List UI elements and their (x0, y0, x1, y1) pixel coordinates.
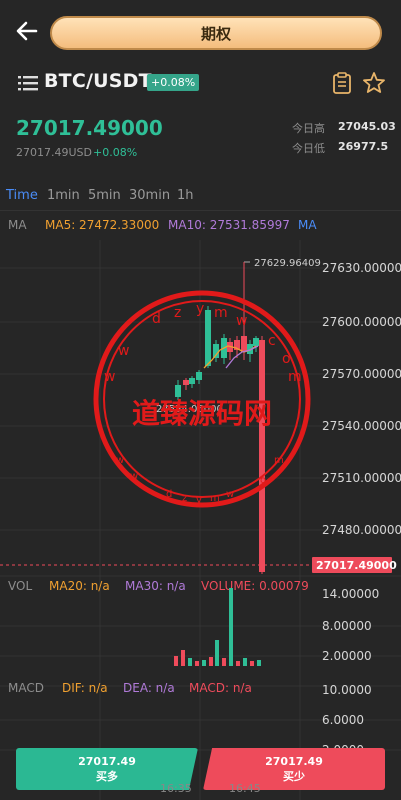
price-axis-label: 27480.00000 (322, 523, 401, 537)
usd-price: 27017.49USD (16, 146, 92, 159)
sell-price: 27017.49 (265, 755, 323, 768)
ma5-value: MA5: 27472.33000 (45, 218, 160, 232)
low-value: 26977.5 (338, 140, 389, 153)
svg-text:d: d (166, 489, 172, 500)
price-axis-label: 27630.00000 (322, 261, 401, 275)
vol-axis-label: 2.00000 (322, 649, 372, 663)
ma-label: MA (8, 218, 27, 232)
svg-text:m: m (210, 493, 220, 504)
tab-time[interactable]: Time (6, 188, 38, 203)
price-axis-label: 27510.00000 (322, 471, 401, 485)
svg-text:o: o (282, 351, 291, 367)
menu-list-icon[interactable] (18, 74, 38, 92)
svg-text:m: m (214, 305, 228, 321)
clipboard-icon[interactable] (331, 72, 353, 94)
tab-1min[interactable]: 1min (47, 188, 80, 203)
options-tab[interactable]: 期权 (50, 16, 382, 50)
svg-text:w: w (130, 471, 138, 482)
volume-bars (174, 588, 261, 666)
high-value: 27045.03 (338, 120, 396, 133)
ma-more: MA (298, 218, 317, 232)
svg-text:y: y (196, 301, 204, 317)
high-label: 今日高 (292, 122, 325, 135)
svg-text:m: m (288, 369, 302, 385)
low-label: 今日低 (292, 142, 325, 155)
price-axis-label: 27540.00000 (322, 419, 401, 433)
sell-label: 买少 (283, 770, 305, 783)
svg-text:y: y (196, 495, 202, 506)
pair-symbol[interactable]: BTC/USDT (44, 70, 152, 92)
buy-price: 27017.49 (78, 755, 136, 768)
svg-text:o: o (260, 475, 266, 486)
svg-text:m: m (274, 455, 284, 466)
time-axis-label: 16:45 (229, 782, 261, 795)
svg-text:w: w (104, 369, 115, 385)
svg-text:w: w (226, 489, 234, 500)
last-price: 27017.49000 (16, 116, 163, 140)
tab-5min[interactable]: 5min (88, 188, 121, 203)
high-marker: 27629.96409 (254, 258, 321, 269)
usd-change: +0.08% (93, 146, 138, 159)
macd-dea: DEA: n/a (123, 681, 175, 695)
divider (0, 210, 401, 211)
buy-label: 买多 (96, 770, 118, 783)
favorite-star-icon[interactable] (362, 71, 386, 95)
macd-value: MACD: n/a (189, 681, 252, 695)
svg-text:w: w (236, 313, 247, 329)
tab-30min[interactable]: 30min (129, 188, 170, 203)
vol-ma30: MA30: n/a (125, 579, 186, 593)
svg-text:z: z (182, 493, 187, 504)
svg-text:c: c (268, 333, 276, 349)
vol-axis-label: 8.00000 (322, 619, 372, 633)
svg-text:z: z (174, 305, 181, 321)
macd-axis-label: 6.0000 (322, 713, 364, 727)
svg-text:d: d (152, 311, 161, 327)
vol-volume: VOLUME: 0.00079 (201, 579, 309, 593)
macd-label: MACD (8, 681, 44, 695)
vol-axis-label: 14.00000 (322, 587, 379, 601)
time-axis-label: 16:35 (160, 782, 192, 795)
svg-text:w: w (118, 343, 129, 359)
price-axis-label: 27570.00000 (322, 367, 401, 381)
vol-label: VOL (8, 579, 32, 593)
watermark-seal: dzy mw ww com ww dz ym w mo 道臻源码网 (93, 290, 311, 508)
back-arrow-icon[interactable] (14, 18, 40, 44)
price-axis-label: 27600.00000 (322, 315, 401, 329)
watermark-text: 道臻源码网 (132, 397, 272, 430)
change-badge: +0.08% (147, 74, 200, 91)
macd-axis-label: 10.0000 (322, 683, 372, 697)
tab-1h[interactable]: 1h (177, 188, 194, 203)
macd-dif: DIF: n/a (62, 681, 108, 695)
vol-ma20: MA20: n/a (49, 579, 110, 593)
svg-text:w: w (116, 455, 124, 466)
ma10-value: MA10: 27531.85997 (168, 218, 290, 232)
current-price-tag: 27017.49000 (316, 559, 397, 572)
